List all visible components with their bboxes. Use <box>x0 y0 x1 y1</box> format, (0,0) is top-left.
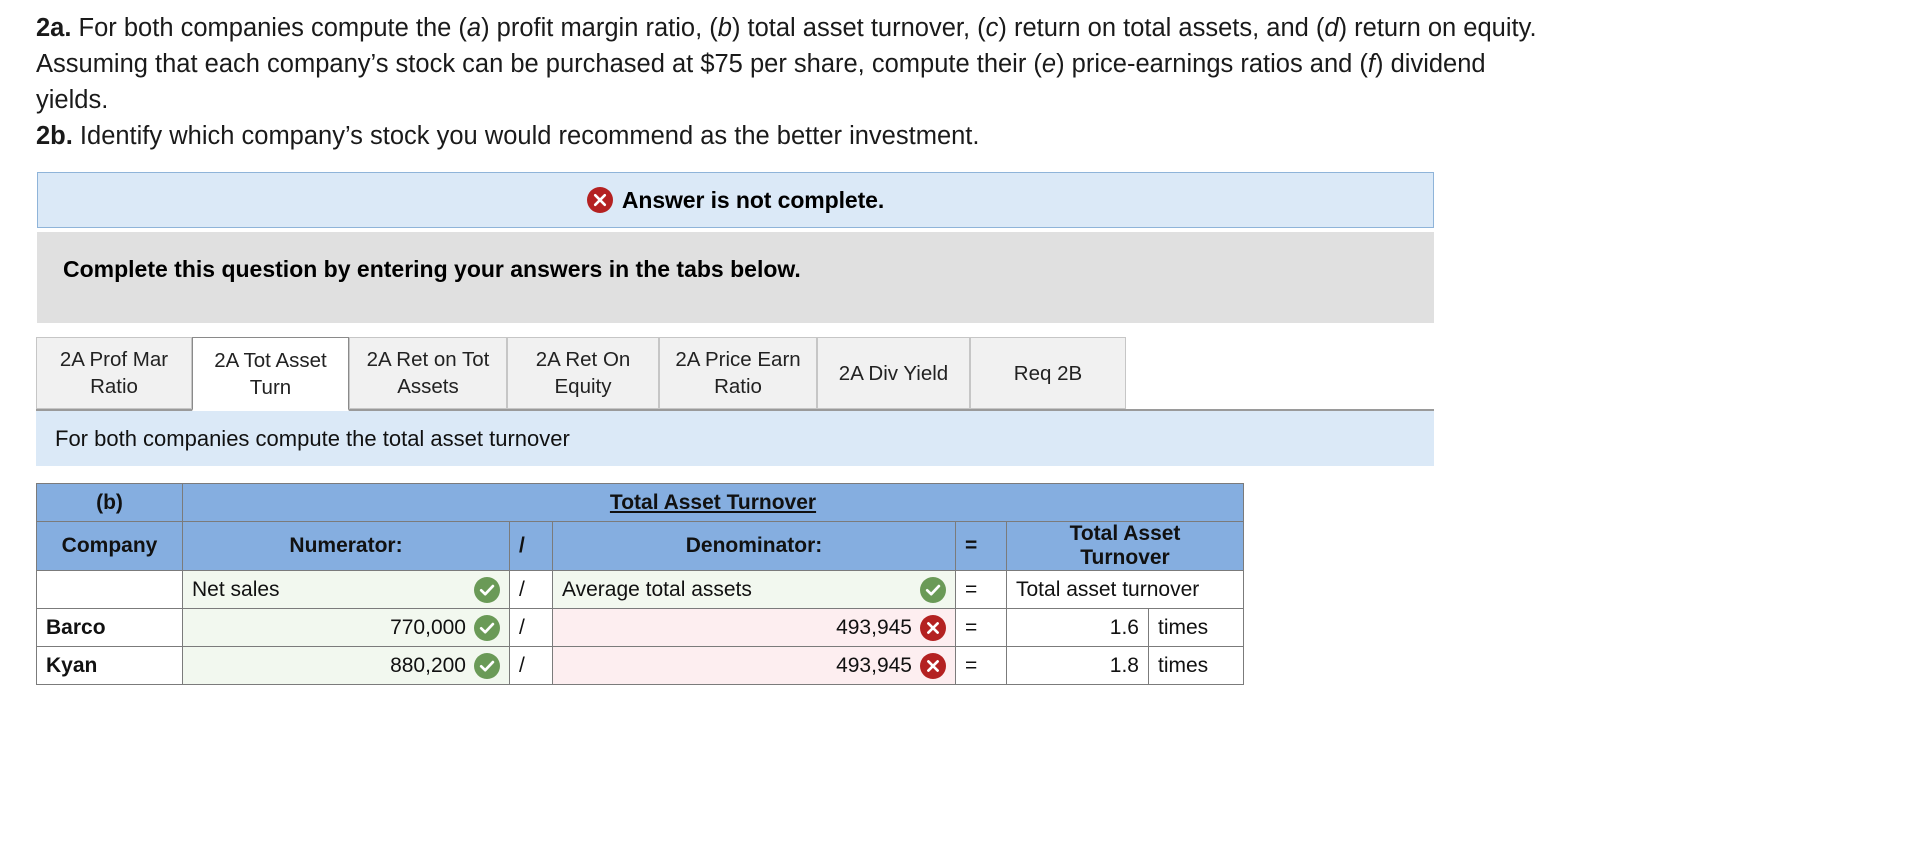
denominator-value-text: 493,945 <box>836 653 912 677</box>
check-circle-icon <box>474 652 500 679</box>
prompt-line-2: Assuming that each company’s stock can b… <box>36 46 1892 82</box>
prompt-line-3: yields. <box>36 86 109 114</box>
tab-strip: 2A Prof Mar Ratio 2A Tot Asset Turn 2A R… <box>36 337 1434 411</box>
column-header-equals: = <box>955 521 1007 571</box>
x-circle-icon <box>920 614 946 641</box>
cell-numerator-value[interactable]: 880,200 <box>182 646 510 685</box>
cell-result-unit: times <box>1148 646 1244 685</box>
tab-2a-tot-asset-turn[interactable]: 2A Tot Asset Turn <box>192 337 349 411</box>
tab-2a-ret-on-tot-assets[interactable]: 2A Ret on Tot Assets <box>349 337 507 409</box>
total-asset-turnover-table: (b) Total Asset Turnover Company Numerat… <box>36 483 1244 685</box>
numerator-label-text: Net sales <box>192 577 280 601</box>
column-header-numerator: Numerator: <box>182 521 510 571</box>
page-root: 2a. For both companies compute the (a) p… <box>0 0 1908 848</box>
denominator-label-text: Average total assets <box>562 577 752 601</box>
column-header-result-line1: Total Asset <box>1069 522 1181 545</box>
tab-label: 2A Ret on Tot Assets <box>366 348 490 398</box>
sub-instruction-text: For both companies compute the total ass… <box>55 425 570 451</box>
check-circle-icon <box>474 614 500 641</box>
tab-label: Req 2B <box>1013 361 1083 385</box>
column-header-denominator: Denominator: <box>552 521 956 571</box>
tab-req-2b[interactable]: Req 2B <box>970 337 1126 409</box>
table-row: Kyan 880,200 / 493,945 = 1.8 times <box>36 646 1244 685</box>
cell-numerator-value[interactable]: 770,000 <box>182 608 510 647</box>
cell-equals: = <box>955 608 1007 647</box>
tab-2a-div-yield[interactable]: 2A Div Yield <box>817 337 970 409</box>
header-part-label: (b) <box>36 483 183 522</box>
cell-result-label: Total asset turnover <box>1006 570 1244 609</box>
cell-numerator-label[interactable]: Net sales <box>182 570 510 609</box>
table-row: Barco 770,000 / 493,945 = 1.6 times <box>36 608 1244 647</box>
answer-status-text: Answer is not complete. <box>621 186 885 213</box>
cell-company-name: Barco <box>36 608 183 647</box>
cell-equals: = <box>955 646 1007 685</box>
sub-instruction-bar: For both companies compute the total ass… <box>36 411 1434 466</box>
answer-status-inner: Answer is not complete. <box>586 186 885 214</box>
cell-equals-label: = <box>955 570 1007 609</box>
prompt-2a-text: For both companies compute the (a) profi… <box>71 14 1537 42</box>
tab-label: 2A Price Earn Ratio <box>675 348 801 398</box>
x-circle-icon <box>586 187 613 213</box>
denominator-value-text: 493,945 <box>836 615 912 639</box>
cell-company-name: Kyan <box>36 646 183 685</box>
table-header-title-row: (b) Total Asset Turnover <box>36 483 1244 522</box>
prompt-2a-label: 2a. <box>36 14 72 42</box>
x-circle-icon <box>920 652 946 679</box>
prompt-line-2a: 2a. For both companies compute the (a) p… <box>36 10 1892 46</box>
cell-slash-label: / <box>509 570 553 609</box>
answer-status-banner: Answer is not complete. <box>37 172 1434 228</box>
header-table-title-text: Total Asset Turnover <box>609 490 817 514</box>
tab-label: 2A Div Yield <box>838 361 949 385</box>
question-prompt: 2a. For both companies compute the (a) p… <box>36 10 1892 154</box>
cell-denominator-label[interactable]: Average total assets <box>552 570 956 609</box>
tab-label: 2A Prof Mar Ratio <box>59 348 169 398</box>
table-column-header-row: Company Numerator: / Denominator: = Tota… <box>36 521 1244 571</box>
prompt-line2-text: Assuming that each company’s stock can b… <box>36 50 1486 78</box>
cell-result-value[interactable]: 1.6 <box>1006 608 1149 647</box>
column-header-company: Company <box>36 521 183 571</box>
cell-denominator-value[interactable]: 493,945 <box>552 608 956 647</box>
cell-result-value[interactable]: 1.8 <box>1006 646 1149 685</box>
prompt-2b-text: Identify which company’s stock you would… <box>72 122 980 150</box>
cell-slash: / <box>509 646 553 685</box>
cell-denominator-value[interactable]: 493,945 <box>552 646 956 685</box>
cell-company-blank <box>36 570 183 609</box>
prompt-2b-label: 2b. <box>36 122 73 150</box>
instruction-block: Complete this question by entering your … <box>37 232 1434 323</box>
tab-label: 2A Tot Asset Turn <box>214 348 327 399</box>
tab-2a-ret-on-equity[interactable]: 2A Ret On Equity <box>507 337 659 409</box>
column-header-slash: / <box>509 521 553 571</box>
tab-2a-prof-mar-ratio[interactable]: 2A Prof Mar Ratio <box>36 337 192 409</box>
cell-slash: / <box>509 608 553 647</box>
check-circle-icon <box>474 576 500 603</box>
header-table-title: Total Asset Turnover <box>182 483 1244 522</box>
check-circle-icon <box>920 576 946 603</box>
prompt-line-2b: 2b. Identify which company’s stock you w… <box>36 118 1892 154</box>
column-header-result-line2: Turnover <box>1080 546 1170 569</box>
numerator-value-text: 770,000 <box>390 615 466 639</box>
tab-2a-price-earn-ratio[interactable]: 2A Price Earn Ratio <box>659 337 817 409</box>
answer-table-wrapper: (b) Total Asset Turnover Company Numerat… <box>36 483 1244 685</box>
column-header-result: Total Asset Turnover <box>1006 521 1244 571</box>
instruction-text: Complete this question by entering your … <box>63 256 801 282</box>
cell-result-unit: times <box>1148 608 1244 647</box>
tab-label: 2A Ret On Equity <box>535 348 631 398</box>
numerator-value-text: 880,200 <box>390 653 466 677</box>
table-row-formula-labels: Net sales / Average total assets = Total… <box>36 570 1244 609</box>
